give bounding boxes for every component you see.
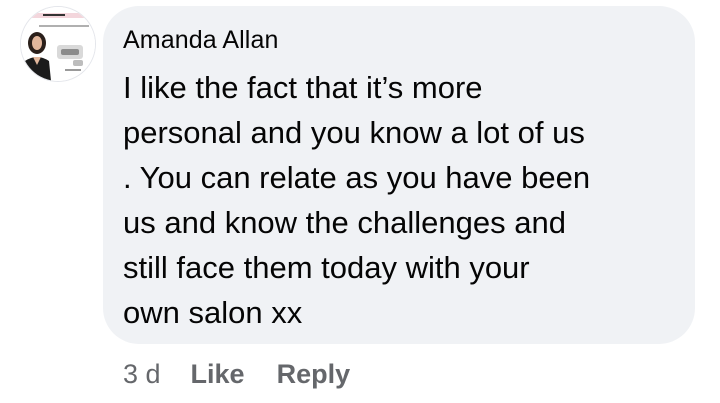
comment-actions: 3 d Like Reply xyxy=(123,354,382,394)
comment-text-line: us and know the challenges and xyxy=(123,205,566,240)
comment-text-line: own salon xx xyxy=(123,295,303,330)
comment: Amanda Allan I like the fact that it’s m… xyxy=(0,0,720,403)
comment-author[interactable]: Amanda Allan xyxy=(123,26,278,55)
reply-button[interactable]: Reply xyxy=(277,359,351,390)
avatar[interactable] xyxy=(21,7,95,81)
comment-timestamp[interactable]: 3 d xyxy=(123,359,161,390)
comment-bubble: Amanda Allan I like the fact that it’s m… xyxy=(103,6,695,344)
comment-text: I like the fact that it’s more personal … xyxy=(123,65,683,335)
comment-text-line: still face them today with your xyxy=(123,250,530,285)
like-button[interactable]: Like xyxy=(191,359,245,390)
profile-photo-icon xyxy=(21,7,95,81)
comment-text-line: personal and you know a lot of us xyxy=(123,115,585,150)
comment-text-line: I like the fact that it’s more xyxy=(123,70,483,105)
comment-text-line: . You can relate as you have been xyxy=(123,160,591,195)
